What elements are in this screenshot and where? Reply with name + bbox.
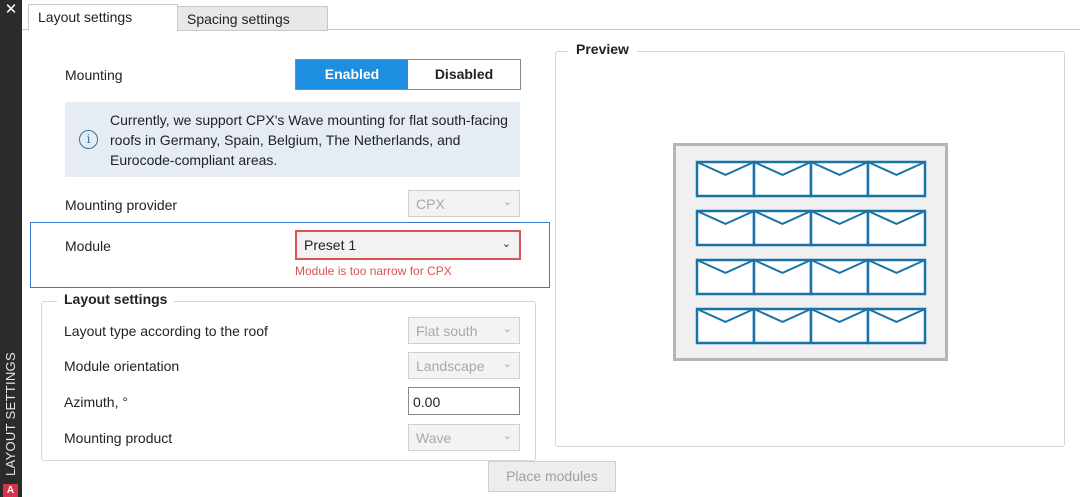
module-dropdown[interactable]: Preset 1 ⌄ <box>295 230 521 260</box>
solar-module <box>866 160 927 198</box>
solar-module <box>752 307 813 345</box>
chevron-down-icon: ⌄ <box>502 430 512 442</box>
side-panel-strip: ✕ LAYOUT SETTINGS A <box>0 0 22 497</box>
tab-bar: Layout settings Spacing settings <box>22 0 1080 31</box>
layout-type-label: Layout type according to the roof <box>64 323 268 339</box>
mounting-provider-dropdown[interactable]: CPX ⌄ <box>408 190 520 217</box>
module-orientation-dropdown[interactable]: Landscape ⌄ <box>408 352 520 379</box>
mounting-product-dropdown[interactable]: Wave ⌄ <box>408 424 520 451</box>
chevron-down-icon: ⌄ <box>502 196 512 208</box>
chevron-down-icon: ⌄ <box>502 323 512 335</box>
mounting-provider-value: CPX <box>416 196 445 212</box>
solar-module <box>866 258 927 296</box>
tab-spacing-settings[interactable]: Spacing settings <box>177 6 328 31</box>
mounting-enabled-button[interactable]: Enabled <box>296 60 408 89</box>
solar-module <box>809 258 870 296</box>
solar-module <box>695 307 756 345</box>
azimuth-label: Azimuth, ° <box>64 394 128 410</box>
azimuth-input[interactable]: 0.00 <box>408 387 520 415</box>
solar-module <box>809 209 870 247</box>
chevron-down-icon: ⌄ <box>501 238 511 250</box>
solar-module <box>752 209 813 247</box>
solar-module <box>866 307 927 345</box>
solar-module <box>695 209 756 247</box>
info-icon: i <box>79 130 98 149</box>
layout-settings-group-title: Layout settings <box>57 291 175 307</box>
app-badge: A <box>3 484 18 497</box>
info-text: Currently, we support CPX's Wave mountin… <box>110 112 508 168</box>
solar-module <box>809 307 870 345</box>
side-panel-title[interactable]: LAYOUT SETTINGS <box>1 350 21 476</box>
solar-module <box>752 160 813 198</box>
tab-layout-settings[interactable]: Layout settings <box>28 4 178 31</box>
mounting-disabled-button[interactable]: Disabled <box>408 60 520 89</box>
mounting-toggle: Enabled Disabled <box>295 59 521 90</box>
solar-module <box>866 209 927 247</box>
solar-module <box>752 258 813 296</box>
module-label: Module <box>65 238 111 254</box>
module-orientation-value: Landscape <box>416 358 485 374</box>
place-modules-button[interactable]: Place modules <box>488 461 616 492</box>
mounting-product-value: Wave <box>416 430 452 446</box>
module-error-message: Module is too narrow for CPX <box>295 264 452 278</box>
preview-title: Preview <box>568 41 637 57</box>
mounting-product-label: Mounting product <box>64 430 173 446</box>
solar-module <box>695 160 756 198</box>
solar-module <box>809 160 870 198</box>
solar-module <box>695 258 756 296</box>
layout-type-dropdown[interactable]: Flat south ⌄ <box>408 317 520 344</box>
info-banner: i Currently, we support CPX's Wave mount… <box>65 102 520 177</box>
module-value: Preset 1 <box>304 237 357 253</box>
chevron-down-icon: ⌄ <box>502 358 512 370</box>
mounting-provider-label: Mounting provider <box>65 197 178 213</box>
module-orientation-label: Module orientation <box>64 358 180 374</box>
mounting-label: Mounting <box>65 67 123 83</box>
side-panel-title-text: LAYOUT SETTINGS <box>3 352 18 476</box>
layout-type-value: Flat south <box>416 323 478 339</box>
close-icon[interactable]: ✕ <box>0 0 22 20</box>
roof-preview <box>673 143 948 361</box>
